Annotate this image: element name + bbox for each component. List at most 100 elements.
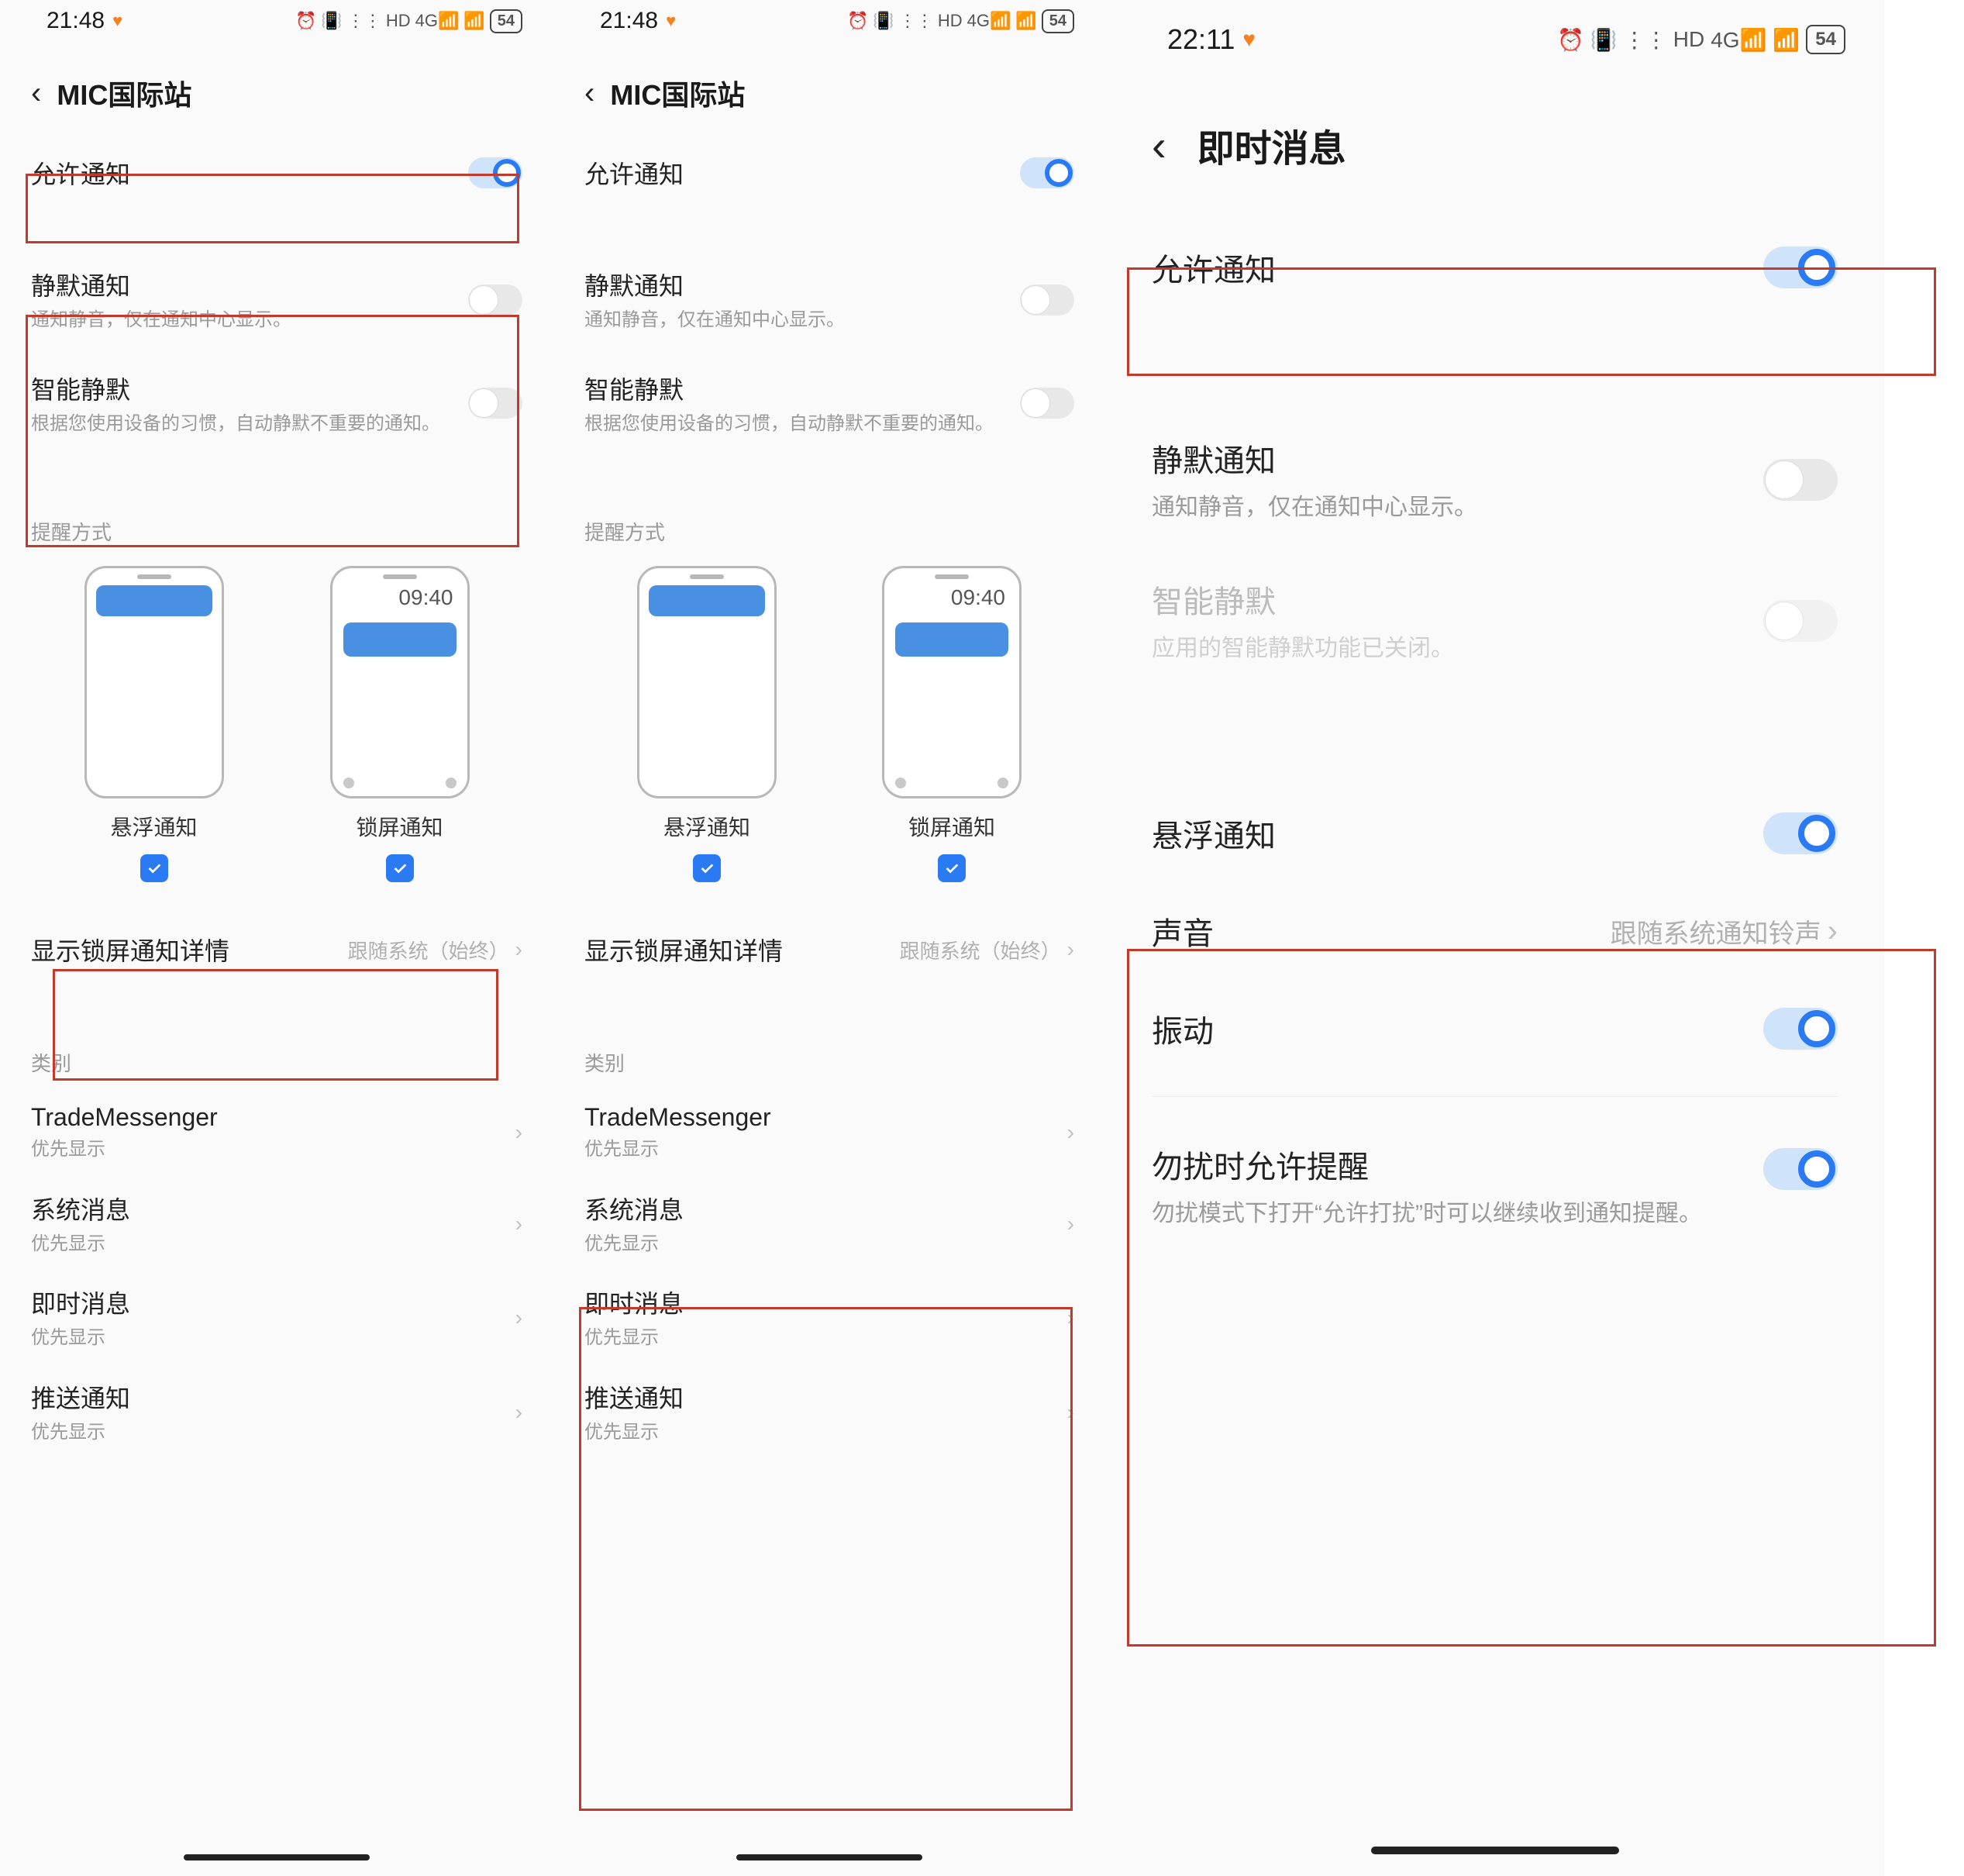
- lock-detail-value: 跟随系统（始终）: [900, 936, 1061, 964]
- allow-notifications-toggle[interactable]: [1020, 157, 1074, 188]
- category-label: 即时消息: [31, 1285, 515, 1320]
- dnd-toggle[interactable]: [1763, 1148, 1838, 1190]
- sound-row[interactable]: 声音 跟随系统通知铃声›: [1152, 882, 1838, 980]
- category-row[interactable]: 推送通知优先显示›: [584, 1365, 1074, 1460]
- dnd-sub: 勿扰模式下打开“允许打扰”时可以继续收到通知提醒。: [1152, 1198, 1740, 1230]
- allow-notifications-toggle[interactable]: [1763, 247, 1838, 288]
- silent-row[interactable]: 静默通知 通知静音，仅在通知中心显示。: [31, 248, 522, 352]
- sound-value: 跟随系统通知铃声: [1611, 912, 1821, 950]
- lock-detail-value: 跟随系统（始终）: [348, 936, 509, 964]
- smart-silent-label: 智能静默: [31, 371, 468, 406]
- home-indicator[interactable]: [736, 1854, 922, 1860]
- category-row[interactable]: 即时消息优先显示›: [31, 1271, 522, 1365]
- allow-notifications-toggle[interactable]: [468, 157, 522, 188]
- float-preview: [637, 566, 777, 798]
- status-time: 21:48: [47, 8, 105, 34]
- bluetooth-icon: ⋮⋮: [899, 11, 933, 31]
- page-header: ‹ MIC国际站: [553, 34, 1105, 136]
- battery-icon: 54: [1806, 25, 1845, 54]
- category-section-title: 类别: [31, 1025, 522, 1089]
- home-indicator[interactable]: [1371, 1847, 1619, 1854]
- silent-toggle[interactable]: [1020, 285, 1074, 316]
- float-checkbox[interactable]: [140, 854, 168, 882]
- chevron-right-icon: ›: [515, 1120, 522, 1145]
- category-row[interactable]: 系统消息优先显示›: [584, 1177, 1074, 1271]
- chevron-right-icon: ›: [1067, 937, 1074, 962]
- alarm-icon: ⏰: [847, 11, 868, 31]
- category-label: 系统消息: [31, 1191, 515, 1226]
- category-sub: 优先显示: [584, 1231, 1067, 1257]
- bluetooth-icon: ⋮⋮: [1624, 27, 1667, 53]
- vibrate-toggle[interactable]: [1763, 1008, 1838, 1050]
- vibrate-icon: 📳: [321, 11, 342, 31]
- category-sub: 优先显示: [584, 1419, 1067, 1446]
- vibrate-label: 振动: [1152, 1006, 1214, 1051]
- status-time: 21:48: [600, 8, 658, 34]
- back-icon[interactable]: ‹: [584, 76, 594, 111]
- smart-silent-sub: 根据您使用设备的习惯，自动静默不重要的通知。: [584, 411, 1020, 437]
- vibrate-icon: 📳: [1590, 27, 1618, 53]
- statusbar: 21:48 ♥ ⏰ 📳 ⋮⋮ HD 4G📶 📶 54: [553, 0, 1105, 34]
- page-header: ‹ 即时消息: [1105, 56, 1884, 219]
- lock-detail-label: 显示锁屏通知详情: [31, 932, 229, 967]
- float-checkbox[interactable]: [693, 854, 721, 882]
- float-notify-row[interactable]: 悬浮通知: [1152, 785, 1838, 882]
- page-title: 即时消息: [1197, 118, 1346, 172]
- allow-notifications-row[interactable]: 允许通知: [584, 136, 1074, 209]
- smart-silent-label: 智能静默: [1152, 577, 1763, 622]
- lock-detail-row[interactable]: 显示锁屏通知详情 跟随系统（始终）›: [584, 913, 1074, 986]
- back-icon[interactable]: ‹: [1152, 120, 1166, 171]
- heart-icon: ♥: [112, 11, 122, 31]
- silent-toggle[interactable]: [468, 285, 522, 316]
- battery-icon: 54: [1042, 9, 1074, 33]
- lock-detail-row[interactable]: 显示锁屏通知详情 跟随系统（始终）›: [31, 913, 522, 986]
- smart-silent-toggle[interactable]: [1020, 388, 1074, 419]
- signal-icon: 4G📶: [415, 11, 460, 31]
- category-row[interactable]: 推送通知优先显示›: [31, 1365, 522, 1460]
- category-row[interactable]: TradeMessenger优先显示›: [584, 1089, 1074, 1177]
- category-row[interactable]: 即时消息优先显示›: [584, 1271, 1074, 1365]
- category-row[interactable]: TradeMessenger优先显示›: [31, 1089, 522, 1177]
- smart-silent-sub: 应用的智能静默功能已关闭。: [1152, 633, 1763, 665]
- vibrate-row[interactable]: 振动: [1152, 980, 1838, 1078]
- float-label: 悬浮通知: [663, 811, 750, 842]
- wifi-icon: 📶: [1773, 27, 1800, 53]
- smart-silent-row[interactable]: 智能静默 根据您使用设备的习惯，自动静默不重要的通知。: [584, 352, 1074, 456]
- allow-notifications-label: 允许通知: [584, 155, 1020, 191]
- chevron-right-icon: ›: [1067, 1212, 1074, 1236]
- signal-icon: 4G📶: [967, 11, 1011, 31]
- lock-checkbox[interactable]: [938, 854, 966, 882]
- silent-label: 静默通知: [584, 267, 1020, 302]
- lock-preview: 09:40: [330, 566, 470, 798]
- silent-toggle[interactable]: [1763, 459, 1838, 501]
- chevron-right-icon: ›: [515, 937, 522, 962]
- vibrate-icon: 📳: [873, 11, 894, 31]
- allow-notifications-row[interactable]: 允许通知: [1152, 219, 1838, 316]
- category-row[interactable]: 系统消息优先显示›: [31, 1177, 522, 1271]
- silent-row[interactable]: 静默通知 通知静音，仅在通知中心显示。: [1152, 409, 1838, 550]
- smart-silent-row[interactable]: 智能静默 根据您使用设备的习惯，自动静默不重要的通知。: [31, 352, 522, 456]
- battery-icon: 54: [490, 9, 522, 33]
- smart-silent-toggle[interactable]: [468, 388, 522, 419]
- chevron-right-icon: ›: [515, 1400, 522, 1425]
- category-sub: 优先显示: [31, 1325, 515, 1351]
- silent-sub: 通知静音，仅在通知中心显示。: [584, 307, 1020, 333]
- silent-row[interactable]: 静默通知 通知静音，仅在通知中心显示。: [584, 248, 1074, 352]
- back-icon[interactable]: ‹: [31, 76, 41, 111]
- dnd-row[interactable]: 勿扰时允许提醒 勿扰模式下打开“允许打扰”时可以继续收到通知提醒。: [1152, 1116, 1838, 1257]
- smart-silent-label: 智能静默: [584, 371, 1020, 406]
- lock-checkbox[interactable]: [386, 854, 414, 882]
- smart-silent-row: 智能静默 应用的智能静默功能已关闭。: [1152, 550, 1838, 691]
- category-label: 推送通知: [31, 1379, 515, 1415]
- status-time: 22:11: [1167, 23, 1235, 56]
- lock-detail-label: 显示锁屏通知详情: [584, 932, 783, 967]
- home-indicator[interactable]: [184, 1854, 370, 1860]
- float-notify-toggle[interactable]: [1763, 812, 1838, 854]
- alarm-icon: ⏰: [295, 11, 316, 31]
- heart-icon: ♥: [1242, 27, 1256, 52]
- allow-notifications-row[interactable]: 允许通知: [31, 136, 522, 209]
- page-title: MIC国际站: [57, 73, 191, 113]
- silent-sub: 通知静音，仅在通知中心显示。: [1152, 491, 1763, 524]
- hd-icon: HD: [1673, 27, 1704, 52]
- phone-screenshot-2: 21:48 ♥ ⏰ 📳 ⋮⋮ HD 4G📶 📶 54 ‹ MIC国际站 允许通知: [553, 0, 1105, 1876]
